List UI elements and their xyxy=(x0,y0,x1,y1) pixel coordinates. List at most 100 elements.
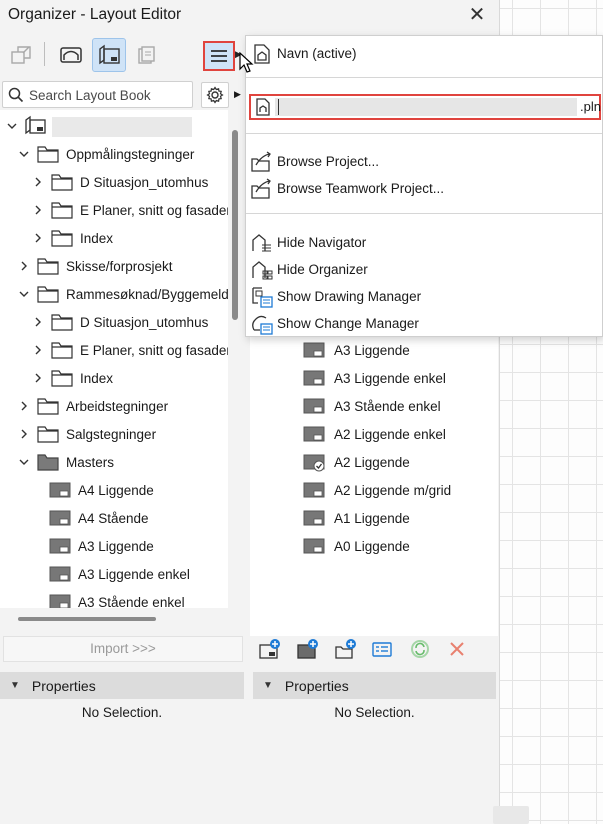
master-list-item[interactable]: A3 Liggende enkel xyxy=(302,364,446,392)
right-properties-header[interactable]: ▼ Properties xyxy=(253,672,496,699)
chevron-down-icon[interactable] xyxy=(18,456,30,468)
tree-vertical-scrollbar[interactable] xyxy=(232,130,238,320)
chevron-right-icon[interactable] xyxy=(32,344,44,356)
folder-icon xyxy=(36,284,60,304)
publisher-icon[interactable] xyxy=(130,38,164,72)
view-map-icon[interactable] xyxy=(54,38,88,72)
new-subset-icon[interactable] xyxy=(333,636,359,662)
menu-item-label: Hide Organizer xyxy=(277,262,368,277)
tree-item-label: Index xyxy=(80,370,114,386)
settings-gear-icon[interactable] xyxy=(201,82,229,108)
master-list-item[interactable]: A2 Liggende enkel xyxy=(302,420,446,448)
master-list-item[interactable]: A3 Stående enkel xyxy=(302,392,441,420)
master-layout-icon xyxy=(302,340,326,360)
open-folder-icon xyxy=(250,177,274,201)
chevron-right-icon[interactable] xyxy=(18,428,30,440)
chevron-right-icon[interactable] xyxy=(18,260,30,272)
master-layout-check-icon xyxy=(302,452,326,472)
hamburger-menu-icon[interactable] xyxy=(203,41,235,71)
chevron-right-icon[interactable] xyxy=(32,204,44,216)
publisher-sets-icon[interactable] xyxy=(4,38,38,72)
tree-folder-item[interactable]: Oppmålingstegninger xyxy=(18,140,194,168)
import-button[interactable]: Import >>> xyxy=(3,636,243,662)
tree-master-item[interactable]: A4 Liggende xyxy=(32,476,154,504)
tree-horizontal-scrollbar[interactable] xyxy=(18,617,156,621)
menu-item-hide-organizer[interactable]: Hide Organizer xyxy=(246,257,602,283)
file-extension: .pln xyxy=(580,99,601,114)
mouse-cursor-icon xyxy=(239,51,255,77)
tree-folder-item[interactable]: Arbeidstegninger xyxy=(18,392,168,420)
tree-folder-item[interactable]: E Planer, snitt og fasader xyxy=(32,196,228,224)
layout-book-tree: Oppmålingstegninger D Situasjon_utomhus E … xyxy=(0,110,228,608)
master-list-item[interactable]: A2 Liggende xyxy=(302,448,410,476)
menu-item-show-drawing-manager[interactable]: Show Drawing Manager xyxy=(246,284,602,310)
tree-item-label: E Planer, snitt og fasader xyxy=(80,342,228,358)
tree-folder-item[interactable]: Masters xyxy=(18,448,114,476)
update-icon[interactable] xyxy=(407,636,433,662)
tree-master-item[interactable]: A4 Stående xyxy=(32,504,149,532)
project-file-icon xyxy=(253,97,273,120)
tree-master-item[interactable]: A3 Stående enkel xyxy=(32,588,185,608)
chevron-right-icon[interactable] xyxy=(32,176,44,188)
collapse-triangle-icon: ▼ xyxy=(10,680,20,691)
tree-master-item[interactable]: A3 Liggende xyxy=(32,532,154,560)
layout-book-icon[interactable] xyxy=(92,38,126,72)
title-bar: Organizer - Layout Editor ✕ xyxy=(0,0,500,32)
master-layout-icon xyxy=(302,480,326,500)
menu-item-browse-teamwork[interactable]: Browse Teamwork Project... xyxy=(246,176,602,202)
open-folder-icon xyxy=(250,150,274,174)
master-list-label: A1 Liggende xyxy=(334,510,410,526)
chevron-right-icon[interactable] xyxy=(32,232,44,244)
master-list-label: A2 Liggende xyxy=(334,454,410,470)
menu-item-recent-file[interactable]: .pln xyxy=(249,94,601,120)
master-list-label: A3 Stående enkel xyxy=(334,398,441,414)
tree-folder-item[interactable]: Salgstegninger xyxy=(18,420,156,448)
master-list-item[interactable]: A0 Liggende xyxy=(302,532,410,560)
master-layout-icon xyxy=(302,396,326,416)
chevron-right-icon[interactable] xyxy=(32,372,44,384)
master-layout-icon xyxy=(302,536,326,556)
tree-folder-item[interactable]: D Situasjon_utomhus xyxy=(32,308,208,336)
close-icon[interactable]: ✕ xyxy=(466,3,488,27)
menu-item-hide-navigator[interactable]: Hide Navigator xyxy=(246,230,602,256)
tree-root[interactable] xyxy=(6,112,54,140)
chevron-down-icon[interactable] xyxy=(18,288,30,300)
chevron-right-icon[interactable] xyxy=(32,316,44,328)
tree-master-item[interactable]: A3 Liggende enkel xyxy=(32,560,190,588)
tree-folder-item[interactable]: Skisse/forprosjekt xyxy=(18,252,173,280)
tree-folder-item[interactable]: Index xyxy=(32,224,113,252)
canvas-scroll-track[interactable] xyxy=(493,806,529,824)
menu-item-label: Hide Navigator xyxy=(277,235,367,250)
tree-folder-item[interactable]: Index xyxy=(32,364,113,392)
folder-filled-icon xyxy=(36,452,60,472)
tree-folder-item[interactable]: D Situasjon_utomhus xyxy=(32,168,208,196)
search-box[interactable] xyxy=(2,81,193,108)
master-list-label: A2 Liggende m/grid xyxy=(334,482,452,498)
menu-item-show-change-manager[interactable]: Show Change Manager xyxy=(246,311,602,337)
right-properties-label: Properties xyxy=(284,677,349,694)
tree-folder-item[interactable]: E Planer, snitt og fasader xyxy=(32,336,228,364)
delete-icon[interactable] xyxy=(444,636,470,662)
chevron-down-icon[interactable] xyxy=(6,120,18,132)
folder-icon xyxy=(50,200,74,220)
menu-item-browse-project[interactable]: Browse Project... xyxy=(246,149,602,175)
master-list-item[interactable]: A1 Liggende xyxy=(302,504,410,532)
menu-item-active-project[interactable]: Navn (active) xyxy=(246,41,602,67)
new-master-icon[interactable] xyxy=(295,636,321,662)
chevron-right-icon[interactable] xyxy=(18,400,30,412)
tree-item-label: Skisse/forprosjekt xyxy=(66,258,173,274)
master-list-item[interactable]: A3 Liggende xyxy=(302,336,410,364)
organizer-icon xyxy=(250,258,274,282)
master-list-item[interactable]: A2 Liggende m/grid xyxy=(302,476,451,504)
new-layout-icon[interactable] xyxy=(257,636,283,662)
left-no-selection: No Selection. xyxy=(81,705,163,720)
menu-divider xyxy=(246,213,602,214)
tree-folder-item[interactable]: Rammesøknad/Byggemelding xyxy=(18,280,228,308)
menu-divider xyxy=(246,77,602,78)
left-properties-header[interactable]: ▼ Properties xyxy=(0,672,244,699)
chevron-down-icon[interactable] xyxy=(18,148,30,160)
master-layout-icon xyxy=(48,536,72,556)
search-input[interactable] xyxy=(29,86,189,104)
layout-settings-icon[interactable] xyxy=(369,636,395,662)
